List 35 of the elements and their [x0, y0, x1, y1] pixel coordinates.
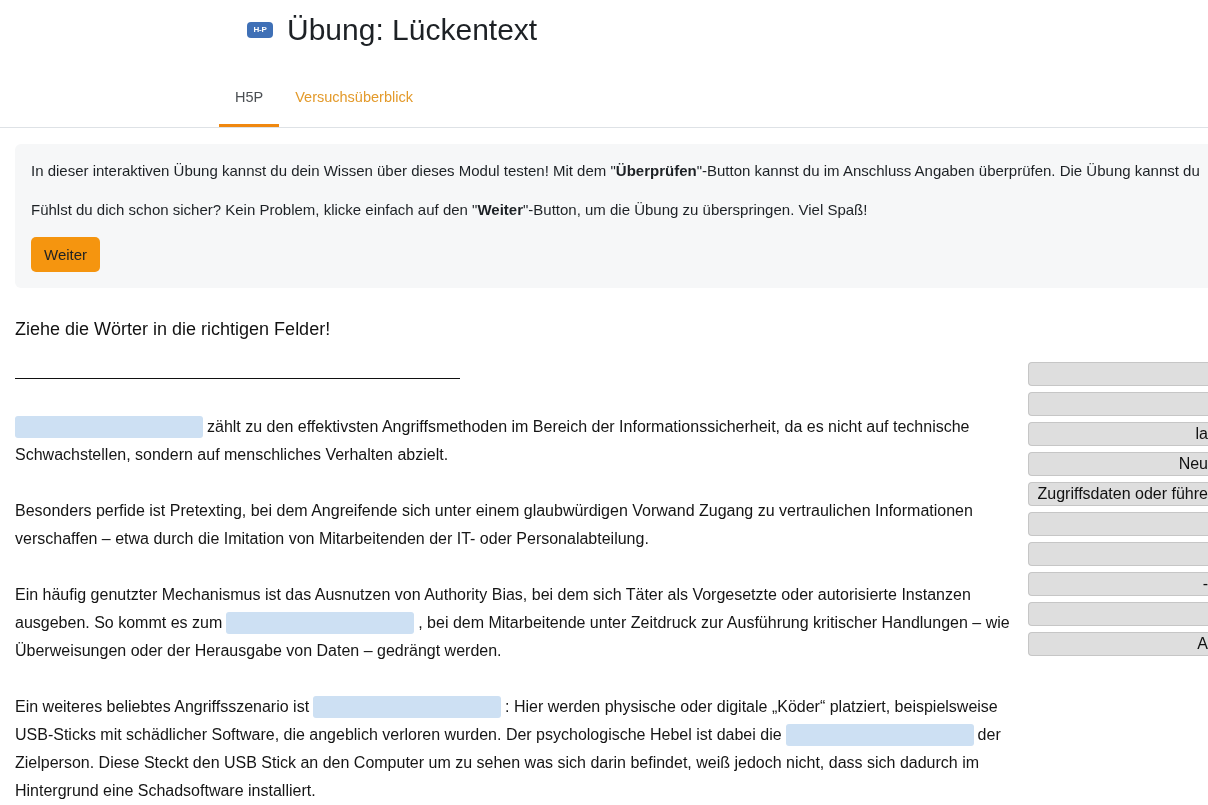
- paragraph-text: USB-Sticks mit schädlicher Software, die angeblich verloren wurden. Der psychologische Hebel ist dabei die: [15, 725, 782, 745]
- paragraph-text: Hintergrund eine Schadsoftware installiert.: [15, 781, 316, 801]
- paragraph-text: zählt zu den effektivsten Angriffsmethoden im Bereich der Informationssicherheit, da es nicht auf technische: [207, 417, 970, 437]
- intro-text: Fühlst du dich schon sicher? Kein Problem, klicke einfach auf den "Weiter"-Button, um die Übung zu überspringen. Viel Spaß!: [31, 200, 869, 220]
- paragraph-text: Ein häufig genutzter Mechanismus ist das Ausnutzen von Authority Bias, bei dem sich Täter als Vorgesetzte oder autorisierte Instanzen: [15, 585, 971, 605]
- paragraph-text: Zielperson. Diese Steckt den USB Stick an den Computer um zu sehen was sich darin befindet, weiß jedoch nicht, dass sich dadurch im: [15, 753, 980, 773]
- paragraph-text: : Hier werden physische oder digitale „Köder“ platziert, beispielsweise: [505, 697, 998, 717]
- paragraph-text: Besonders perfide ist Pretexting, bei dem Angreifende sich unter einem glaubwürdigen Vorwand Zugang zu vertraulichen Informationen: [15, 501, 973, 521]
- continue-button[interactable]: Weiter: [31, 237, 101, 272]
- drop-field[interactable]: [226, 612, 415, 634]
- paragraph-text: ausgeben. So kommt es zum: [15, 613, 223, 633]
- paragraph-text: , bei dem Mitarbeitende unter Zeitdruck zur Ausführung kritischer Handlungen – wie: [418, 613, 1010, 633]
- paragraph-text: verschaffen – etwa durch die Imitation von Mitarbeitenden der IT- oder Personalabteilung.: [15, 529, 649, 549]
- paragraph-text: Schwachstellen, sondern auf menschliches Verhalten abzielt.: [15, 445, 449, 465]
- word-tile[interactable]: -: [1028, 572, 1208, 596]
- word-tile[interactable]: [1028, 392, 1208, 416]
- paragraph-text: Ein weiteres beliebtes Angriffsszenario ist: [15, 697, 310, 717]
- paragraph-text: der: [977, 725, 1001, 745]
- intro-text: In dieser interaktiven Übung kannst du dein Wissen über dieses Modul testen! Mit dem "Überprüfen"-Button kannst du im Anschluss Angaben überprüfen. Die Übung kannst du: [31, 161, 1201, 181]
- paragraph-text: Überweisungen oder der Herausgabe von Daten – gedrängt werden.: [15, 641, 502, 661]
- word-tile[interactable]: [1028, 512, 1208, 536]
- word-tile[interactable]: [1028, 362, 1208, 386]
- tab[interactable]: H5P: [219, 68, 280, 127]
- word-tile[interactable]: [1028, 602, 1208, 626]
- drop-field[interactable]: [15, 416, 203, 438]
- app-logo: H-P: [247, 22, 273, 38]
- task-instruction: Ziehe die Wörter in die richtigen Felder!: [15, 318, 332, 341]
- word-tile[interactable]: [1028, 542, 1208, 566]
- page-title: Übung: Lückentext: [287, 12, 538, 48]
- word-tile[interactable]: Neu: [1028, 452, 1208, 476]
- word-tile[interactable]: la: [1028, 422, 1208, 446]
- word-tile[interactable]: Zugriffsdaten oder führe: [1028, 482, 1208, 506]
- drop-field[interactable]: [785, 724, 974, 746]
- drop-field[interactable]: [313, 696, 502, 718]
- word-tile[interactable]: A: [1028, 632, 1208, 656]
